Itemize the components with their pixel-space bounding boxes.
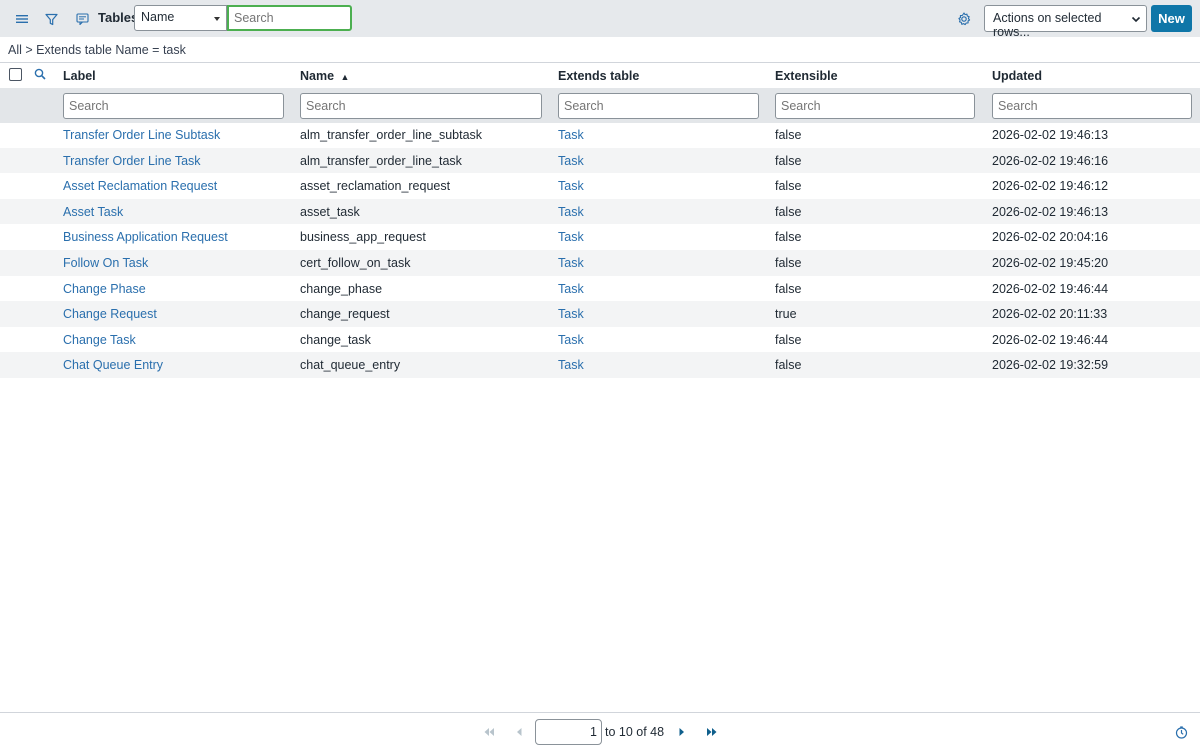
actions-select-label: Actions on selected rows... [993,11,1102,39]
row-label-link[interactable]: Asset Task [63,205,123,219]
list-header: Tables Name Actions on selected rows... … [0,0,1200,39]
table-row: Chat Queue Entry chat_queue_entry Task f… [0,352,1200,378]
column-header-name[interactable]: Name ▲ [300,69,349,83]
caret-down-icon [214,17,220,21]
table-row: Asset Task asset_task Task false 2026-02… [0,198,1200,225]
row-label-link[interactable]: Transfer Order Line Subtask [63,128,220,142]
row-updated: 2026-02-02 20:04:16 [992,230,1109,245]
list-title: Tables [98,10,139,25]
row-extends-link[interactable]: Task [558,333,584,347]
row-updated: 2026-02-02 19:46:12 [992,179,1109,194]
search-field-select[interactable]: Name [134,5,227,31]
page-number-input[interactable] [535,719,602,745]
row-extensible: false [775,256,802,270]
row-name: chat_queue_entry [300,358,401,373]
row-label-link[interactable]: Change Task [63,333,136,347]
gear-icon[interactable] [954,9,974,29]
search-icon[interactable] [34,68,46,83]
row-label-link[interactable]: Chat Queue Entry [63,358,163,372]
row-extends-link[interactable]: Task [558,256,584,270]
row-label-link[interactable]: Change Phase [63,282,146,296]
extensible-search-input[interactable] [775,93,975,119]
row-name: alm_transfer_order_line_task [300,153,462,168]
row-updated: 2026-02-02 19:46:44 [992,332,1109,347]
search-field-value: Name [141,10,175,24]
row-extends-link[interactable]: Task [558,205,584,219]
row-extends-link[interactable]: Task [558,179,584,193]
row-extensible: false [775,281,802,296]
column-header-name-text: Name [300,69,335,83]
column-header-label[interactable]: Label [63,69,96,83]
row-extends-link[interactable]: Task [558,230,584,244]
row-updated: 2026-02-02 19:45:20 [992,256,1109,270]
table-row: Transfer Order Line Subtask alm_transfer… [0,122,1200,148]
row-label-link[interactable]: Asset Reclamation Request [63,179,217,193]
row-extensible: false [775,358,802,373]
row-extends-link[interactable]: Task [558,154,584,168]
last-page-icon[interactable] [705,726,719,738]
filter-icon[interactable] [41,9,61,29]
row-extensible: false [775,230,802,245]
row-updated: 2026-02-02 19:46:44 [992,281,1109,296]
row-extends-link[interactable]: Task [558,358,584,372]
row-extensible: false [775,332,802,347]
row-name: asset_task [300,204,360,219]
column-search-row [0,88,1200,123]
row-updated: 2026-02-02 19:46:16 [992,153,1109,168]
previous-page-icon[interactable] [512,726,526,738]
column-header-extensible[interactable]: Extensible [775,69,838,83]
new-button[interactable]: New [1151,5,1192,32]
row-label-link[interactable]: Business Application Request [63,230,228,244]
context-menu-icon[interactable] [72,9,92,29]
row-label-link[interactable]: Transfer Order Line Task [63,154,201,168]
table-row: Business Application Request business_ap… [0,224,1200,250]
row-label-link[interactable]: Change Request [63,307,157,321]
row-updated: 2026-02-02 19:32:59 [992,358,1109,373]
row-name: alm_transfer_order_line_subtask [300,128,483,142]
row-updated: 2026-02-02 20:11:33 [992,307,1108,322]
row-name: change_task [300,332,371,347]
actions-on-selected-rows-select[interactable]: Actions on selected rows... [984,5,1147,39]
column-header-extends-table[interactable]: Extends table [558,69,639,83]
row-extensible: false [775,204,802,219]
row-extensible: true [775,307,797,322]
table-row: Change Task change_task Task false 2026-… [0,327,1200,353]
row-updated: 2026-02-02 19:46:13 [992,204,1109,219]
pagination-bar: to 10 of 48 [0,712,1200,750]
table-row: Change Request change_request Task true … [0,301,1200,327]
row-name: cert_follow_on_task [300,256,411,270]
row-extensible: false [775,179,802,194]
row-extends-link[interactable]: Task [558,307,584,321]
sort-ascending-icon: ▲ [340,72,350,82]
row-extensible: false [775,153,802,168]
name-search-input[interactable] [300,93,542,119]
row-name: business_app_request [300,230,426,245]
label-search-input[interactable] [63,93,284,119]
page-range-text: to 10 of 48 [605,725,665,739]
hamburger-menu-icon[interactable] [12,9,32,29]
breadcrumb[interactable]: All > Extends table Name = task [8,43,186,57]
table-row: Transfer Order Line Task alm_transfer_or… [0,147,1200,174]
row-extends-link[interactable]: Task [558,282,584,296]
select-all-checkbox[interactable] [9,68,22,81]
table-header: Label Name ▲ Extends table Extensible Up… [0,62,1200,88]
table-row: Follow On Task cert_follow_on_task Task … [0,250,1200,276]
table-row: Change Phase change_phase Task false 202… [0,276,1200,302]
first-page-icon[interactable] [482,726,496,738]
table-row: Asset Reclamation Request asset_reclamat… [0,173,1200,199]
chevron-down-icon [1131,13,1141,27]
row-name: asset_reclamation_request [300,179,451,194]
row-name: change_phase [300,281,383,296]
extends-table-search-input[interactable] [558,93,759,119]
timer-icon[interactable] [1174,725,1188,739]
row-updated: 2026-02-02 19:46:13 [992,128,1109,142]
header-search-input[interactable] [227,5,352,31]
column-header-updated[interactable]: Updated [992,69,1042,83]
row-extends-link[interactable]: Task [558,128,584,142]
row-extensible: false [775,128,802,142]
next-page-icon[interactable] [675,726,689,738]
updated-search-input[interactable] [992,93,1192,119]
row-name: change_request [300,307,390,322]
row-label-link[interactable]: Follow On Task [63,256,148,270]
